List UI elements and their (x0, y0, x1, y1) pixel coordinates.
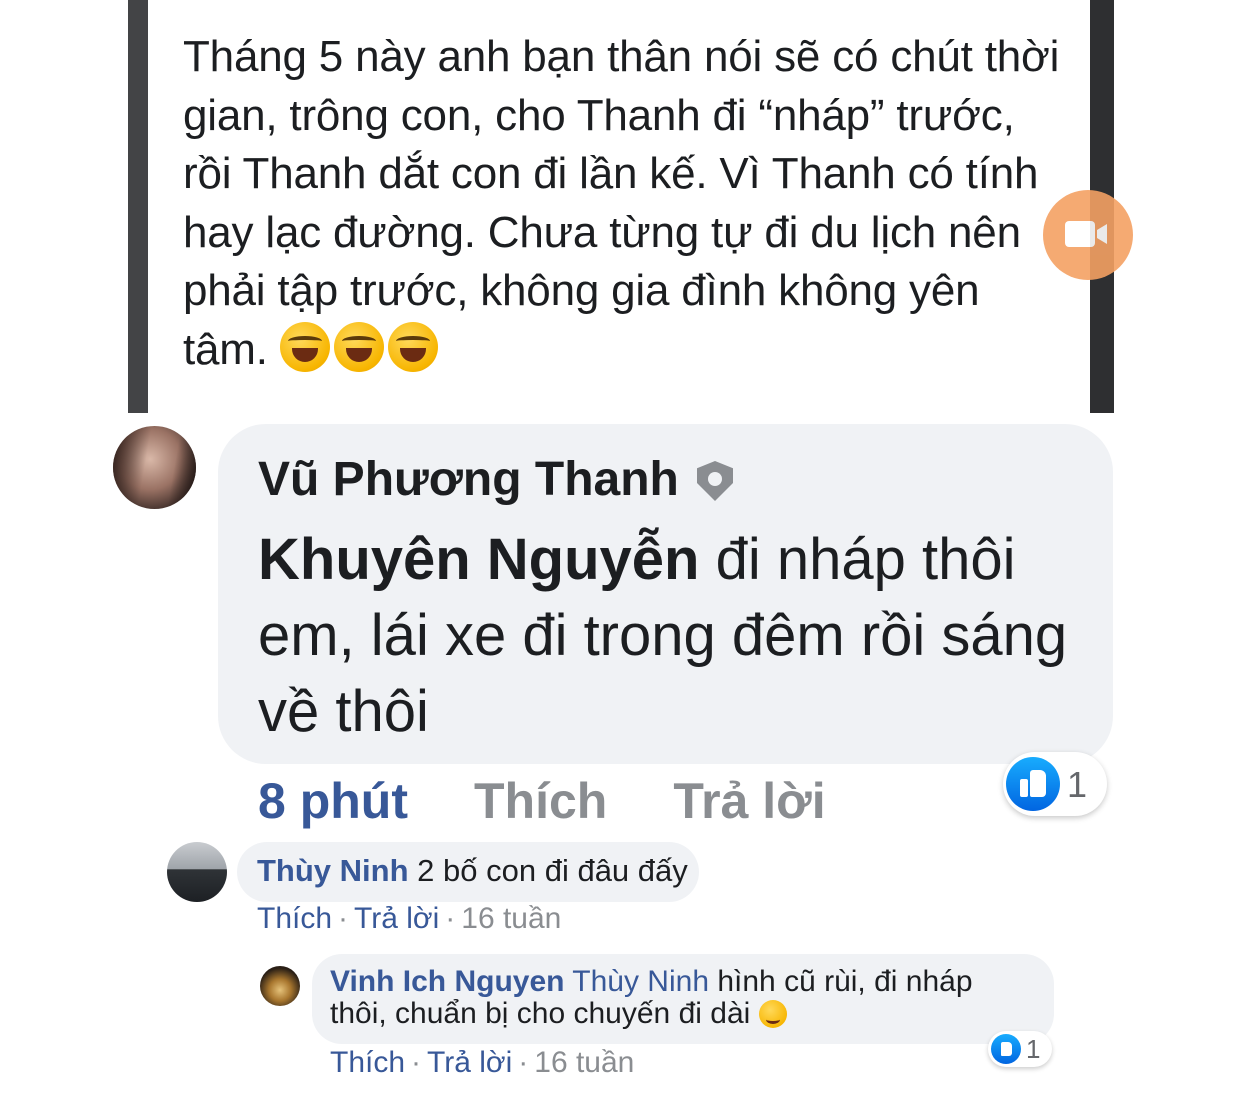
comment-actions: 8 phút Thích Trả lời (258, 772, 892, 830)
rofl-emoji-icon (279, 321, 330, 372)
reply-text: Vinh Ich Nguyen Thùy Ninh hình cũ rùi, đ… (330, 966, 1030, 1030)
reply-author[interactable]: Thùy Ninh (257, 853, 409, 888)
reply-button[interactable]: Trả lời (354, 902, 439, 935)
like-button[interactable]: Thích (330, 1046, 405, 1079)
comment-timestamp[interactable]: 8 phút (258, 773, 408, 829)
reply-text: Thùy Ninh 2 bố con đi đâu đấy (257, 853, 688, 889)
reaction-summary[interactable]: 1 (988, 1031, 1052, 1067)
like-button[interactable]: Thích (257, 902, 332, 935)
post-frame-left-edge (128, 0, 148, 413)
wink-emoji-icon (758, 1000, 787, 1028)
video-call-button[interactable] (1043, 190, 1133, 280)
separator-dot: · (445, 902, 456, 935)
reply-body: 2 bố con đi đâu đấy (417, 853, 688, 888)
post-text: Tháng 5 này anh bạn thân nói sẽ có chút … (183, 28, 1063, 379)
video-camera-icon (1065, 221, 1095, 247)
separator-dot: · (338, 902, 349, 935)
comment-text: Khuyên Nguyễn đi nháp thôi em, lái xe đi… (258, 522, 1078, 750)
like-button[interactable]: Thích (474, 773, 607, 829)
tagged-user[interactable]: Khuyên Nguyễn (258, 527, 700, 592)
thumbs-up-icon (991, 1034, 1021, 1064)
reaction-summary[interactable]: 1 (1003, 752, 1107, 816)
reply-button[interactable]: Trả lời (673, 773, 825, 829)
thumbs-up-icon (1006, 757, 1060, 811)
separator-dot: · (518, 1046, 529, 1079)
tagged-user[interactable]: Thùy Ninh (572, 965, 709, 998)
reply-button[interactable]: Trả lời (427, 1046, 512, 1079)
comment-author[interactable]: Vũ Phương Thanh (258, 452, 679, 507)
post-screenshot: Tháng 5 này anh bạn thân nói sẽ có chút … (128, 0, 1114, 413)
separator-dot: · (411, 1046, 422, 1079)
avatar[interactable] (260, 966, 300, 1006)
post-body: Tháng 5 này anh bạn thân nói sẽ có chút … (183, 32, 1060, 374)
reaction-count: 1 (1026, 1034, 1041, 1064)
post-card: Tháng 5 này anh bạn thân nói sẽ có chút … (148, 0, 1090, 413)
avatar[interactable] (113, 426, 196, 509)
reply-author[interactable]: Vinh Ich Nguyen (330, 965, 564, 998)
reaction-count: 1 (1067, 764, 1088, 805)
reply-actions: Thích · Trả lời · 16 tuần (257, 902, 561, 936)
video-camera-lens-icon (1097, 224, 1107, 244)
rofl-emoji-icon (387, 321, 438, 372)
reply-timestamp[interactable]: 16 tuần (534, 1046, 634, 1079)
avatar[interactable] (167, 842, 227, 902)
reply-timestamp[interactable]: 16 tuần (461, 902, 561, 935)
rofl-emoji-icon (333, 321, 384, 372)
reply-actions: Thích · Trả lời · 16 tuần (330, 1046, 634, 1080)
